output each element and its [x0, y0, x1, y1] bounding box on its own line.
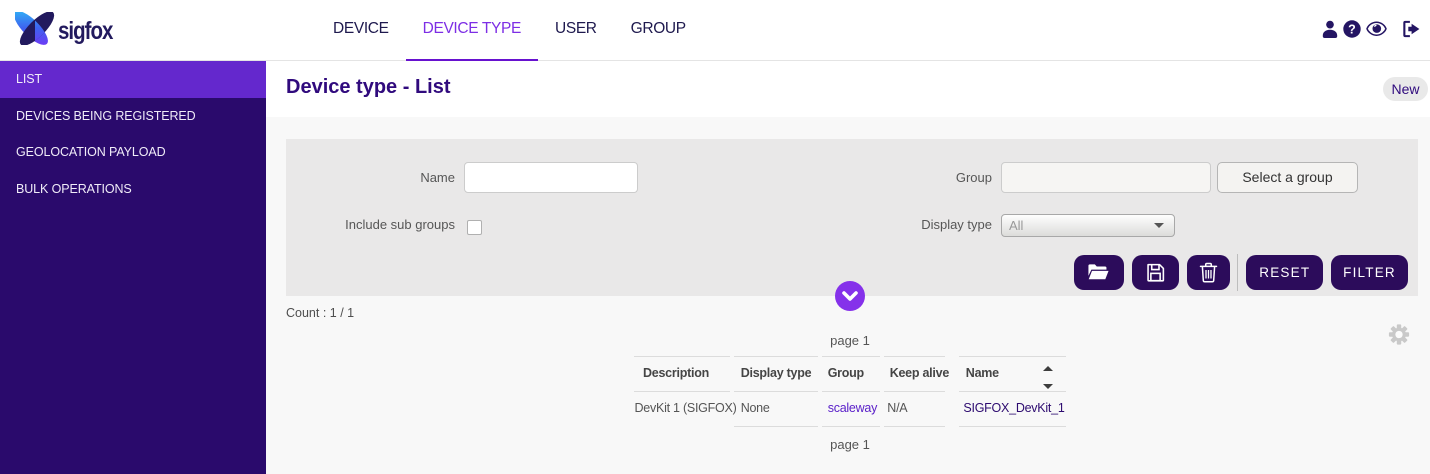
svg-text:?: ?: [1348, 23, 1356, 37]
